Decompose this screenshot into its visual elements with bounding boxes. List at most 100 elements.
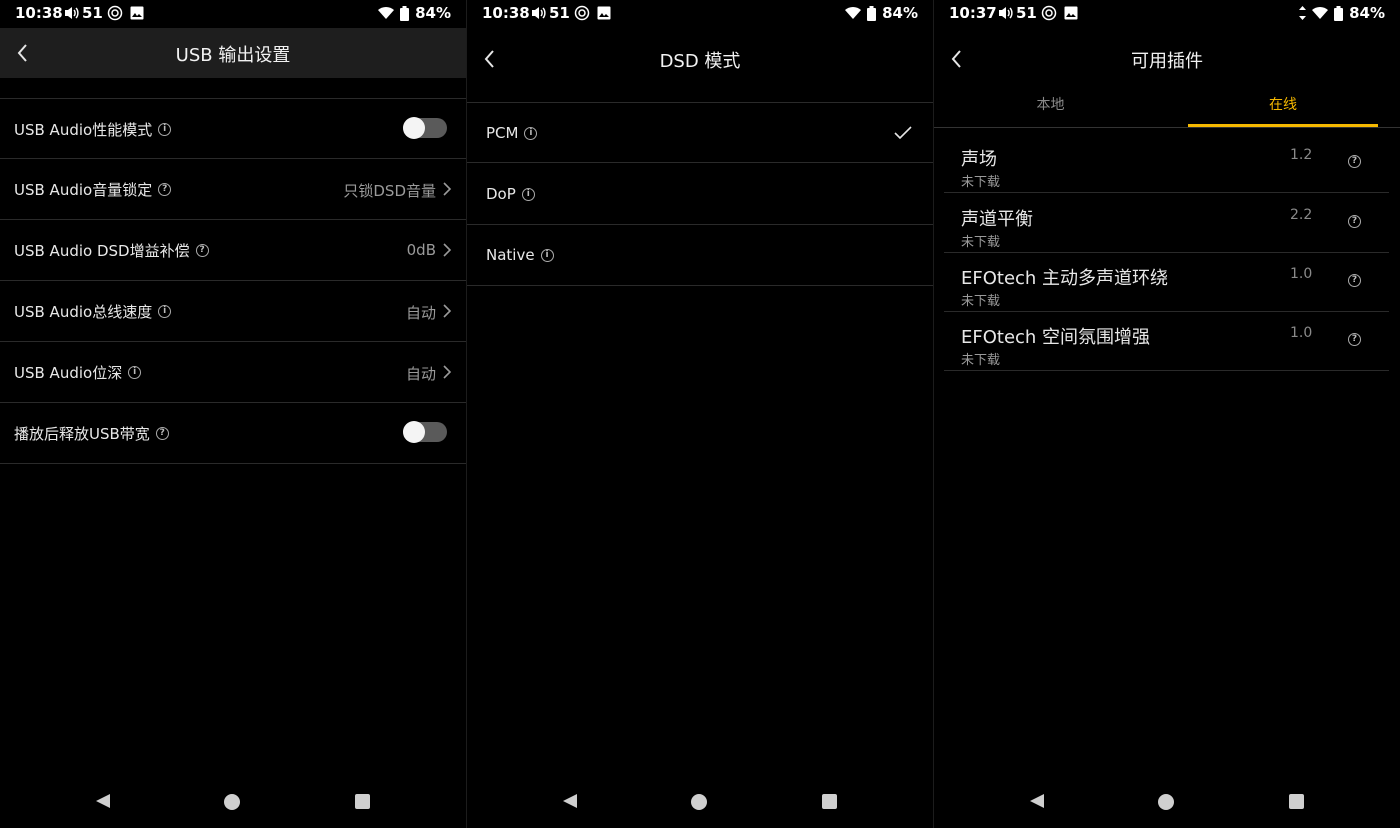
option-label: PCM (486, 124, 519, 142)
help-icon[interactable]: ? (155, 427, 169, 440)
info-icon[interactable]: i (158, 123, 172, 136)
status-time: 10:37 (949, 4, 997, 22)
help-icon[interactable]: ? (158, 183, 172, 196)
nav-back-icon[interactable] (1029, 793, 1045, 809)
plugin-item[interactable]: 声道平衡 未下载 2.2 ? (944, 193, 1389, 253)
setting-label: 播放后释放USB带宽 (14, 425, 150, 443)
volume-icon (532, 7, 546, 19)
plugin-name: 声道平衡 (961, 209, 1033, 230)
page-title: 可用插件 (1131, 51, 1203, 72)
tab-online[interactable]: 在线 (1188, 94, 1378, 114)
setting-performance-mode[interactable]: USB Audio性能模式 i (0, 98, 466, 159)
nav-back-icon[interactable] (562, 793, 578, 809)
setting-volume-lock[interactable]: USB Audio音量锁定? 只锁DSD音量 (0, 159, 466, 220)
dsd-mode-screen: 10:38 51 84% DSD 模式 PCM i DoP i Native i (467, 0, 933, 828)
status-right: 84% (378, 4, 451, 22)
nav-recent-icon[interactable] (822, 794, 837, 809)
dsd-option-native[interactable]: Native i (467, 225, 933, 286)
plugin-version: 1.0 (1290, 266, 1313, 282)
dsd-option-dop[interactable]: DoP i (467, 164, 933, 225)
setting-label: USB Audio性能模式 (14, 121, 153, 139)
volume-indicator: 51 (998, 4, 1037, 22)
volume-level: 51 (1016, 4, 1037, 22)
help-icon[interactable]: ? (1348, 333, 1361, 346)
plugin-status: 未下载 (961, 294, 1001, 309)
option-label: Native (486, 246, 535, 264)
info-icon[interactable]: i (128, 366, 142, 379)
wifi-icon (1312, 6, 1329, 20)
setting-label: USB Audio DSD增益补偿 (14, 242, 190, 260)
battery-level: 84% (1349, 4, 1385, 22)
tab-local[interactable]: 本地 (934, 94, 1167, 114)
toggle-knob (403, 421, 425, 443)
battery-level: 84% (415, 4, 451, 22)
battery-icon (400, 5, 410, 21)
volume-indicator: 51 (64, 4, 103, 22)
plugin-item[interactable]: EFOtech 空间氛围增强 未下载 1.0 ? (944, 311, 1389, 371)
setting-bus-speed[interactable]: USB Audio总线速度 i 自动 (0, 281, 466, 342)
image-icon (130, 6, 144, 20)
image-icon (597, 6, 611, 20)
release-bandwidth-toggle[interactable] (403, 421, 447, 443)
info-icon[interactable]: i (521, 187, 535, 201)
setting-label: USB Audio音量锁定 (14, 181, 153, 199)
setting-value: 自动 (405, 365, 436, 383)
nav-home-icon[interactable] (1158, 794, 1174, 810)
image-icon (1064, 6, 1078, 20)
nav-recent-icon[interactable] (355, 794, 370, 809)
app-header: DSD 模式 (467, 34, 933, 84)
app-header: USB 输出设置 (0, 28, 466, 78)
plugin-version: 1.0 (1290, 325, 1313, 341)
plugin-item[interactable]: EFOtech 主动多声道环绕 未下载 1.0 ? (944, 252, 1389, 312)
sync-icon (1041, 5, 1057, 21)
wifi-icon (378, 6, 395, 20)
performance-mode-toggle[interactable] (403, 117, 447, 139)
sync-icon (574, 5, 590, 21)
nav-bar (0, 776, 466, 828)
plugin-item[interactable]: 声场 未下载 1.2 ? (944, 133, 1389, 193)
nav-recent-icon[interactable] (1289, 794, 1304, 809)
nav-bar (934, 776, 1400, 828)
nav-home-icon[interactable] (224, 794, 240, 810)
setting-value: 只锁DSD音量 (343, 182, 436, 200)
plugin-status: 未下载 (961, 235, 1001, 250)
setting-label: USB Audio总线速度 (14, 303, 153, 321)
chevron-right-icon (443, 304, 452, 318)
plugin-version: 1.2 (1290, 147, 1313, 163)
plugin-tabs: 本地 在线 (934, 78, 1400, 128)
available-plugins-screen: 10:37 51 84% 可用插件 本地 在线 声场 未下载 1.2 ? 声道平… (934, 0, 1400, 828)
volume-level: 51 (549, 4, 570, 22)
nav-back-icon[interactable] (95, 793, 111, 809)
info-icon[interactable]: i (158, 305, 172, 318)
plugin-version: 2.2 (1290, 207, 1313, 223)
help-icon[interactable]: ? (1348, 215, 1361, 228)
dsd-option-pcm[interactable]: PCM i (467, 102, 933, 163)
page-title: DSD 模式 (659, 51, 741, 72)
setting-label: USB Audio位深 (14, 364, 123, 382)
usb-output-settings-screen: 10:38 51 84% USB 输出设置 USB Audio性能模式 i USB… (0, 0, 466, 828)
plugin-status: 未下载 (961, 175, 1001, 190)
status-bar: 10:37 51 84% (934, 0, 1400, 28)
status-bar: 10:38 51 84% (0, 0, 466, 28)
nav-home-icon[interactable] (691, 794, 707, 810)
help-icon[interactable]: ? (195, 244, 209, 257)
setting-bit-depth[interactable]: USB Audio位深 i 自动 (0, 342, 466, 403)
setting-value: 自动 (405, 304, 436, 322)
chevron-right-icon (443, 243, 452, 257)
setting-release-bandwidth[interactable]: 播放后释放USB带宽? (0, 403, 466, 464)
setting-dsd-gain[interactable]: USB Audio DSD增益补偿? 0dB (0, 220, 466, 281)
toggle-knob (403, 117, 425, 139)
volume-icon (999, 7, 1013, 19)
status-right: 84% (1299, 4, 1385, 22)
info-icon[interactable]: i (540, 248, 554, 262)
help-icon[interactable]: ? (1348, 155, 1361, 168)
volume-indicator: 51 (531, 4, 570, 22)
info-icon[interactable]: i (524, 126, 538, 140)
status-right: 84% (845, 4, 918, 22)
page-title: USB 输出设置 (175, 45, 291, 66)
check-icon (894, 126, 912, 140)
setting-value: 0dB (406, 241, 436, 259)
option-label: DoP (486, 185, 516, 203)
plugin-status: 未下载 (961, 353, 1001, 368)
help-icon[interactable]: ? (1348, 274, 1361, 287)
